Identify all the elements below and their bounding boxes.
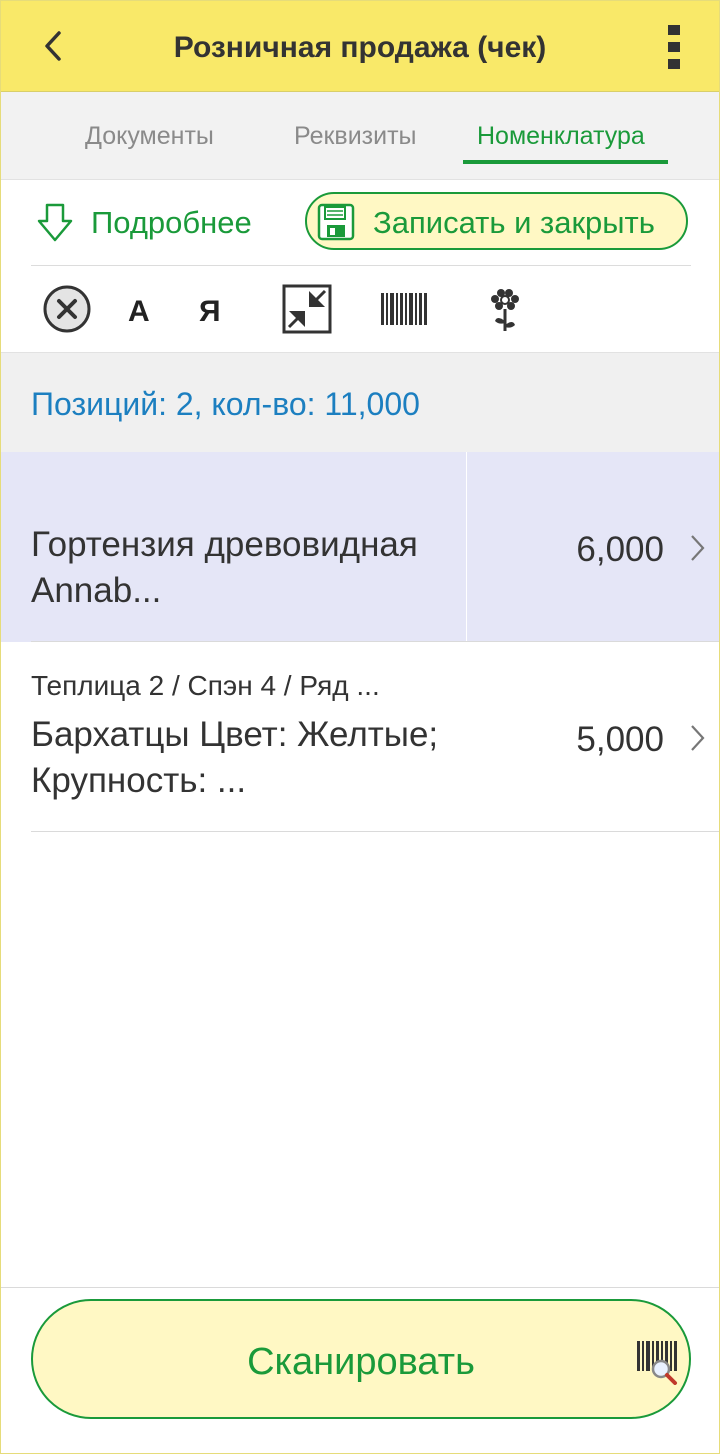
item-quantity: 6,000 [576,530,664,569]
scan-label: Сканировать [247,1341,475,1383]
sort-ascending-label: А [128,295,150,328]
barcode-icon [381,293,427,325]
column-separator [466,452,467,642]
chevron-left-icon [45,31,61,61]
divider [31,265,691,266]
barcode-button[interactable] [379,281,431,337]
app-frame: Розничная продажа (чек) Документы Реквиз… [0,0,720,1454]
more-details-label: Подробнее [91,205,252,240]
tab-requisites[interactable]: Реквизиты [294,122,417,151]
app-header: Розничная продажа (чек) [1,1,719,92]
characteristics-button[interactable] [479,281,531,337]
chevron-right-icon [691,535,705,561]
close-circle-icon [43,285,91,333]
sort-descending-label: Я [199,295,221,328]
item-name: Гортензия древовидная Annab... [31,525,418,610]
list-item[interactable]: Теплица 2 / Спэн 4 / Ряд ... Бархатцы Цв… [1,642,719,832]
more-vertical-icon-dot [668,59,680,69]
collapse-button[interactable] [281,281,333,337]
save-and-close-label: Записать и закрыть [373,205,655,240]
chevron-right-icon [691,725,705,751]
sort-ascending-button[interactable]: А [128,281,158,337]
sort-descending-button[interactable]: Я [199,281,229,337]
tab-documents[interactable]: Документы [85,122,214,151]
more-vertical-icon [668,25,680,35]
footer-divider [1,1287,719,1288]
floppy-disk-icon [317,203,355,241]
tab-bar: Документы Реквизиты Номенклатура [1,92,719,180]
row-divider [31,831,719,832]
active-tab-indicator [463,160,668,164]
item-name: Бархатцы Цвет: Желтые; Крупность: ... [31,715,439,800]
clear-button[interactable] [41,281,93,337]
page-title: Розничная продажа (чек) [173,31,547,64]
scan-button[interactable]: Сканировать [31,1299,691,1419]
item-quantity: 5,000 [576,720,664,759]
flower-icon [491,289,519,331]
more-vertical-icon-dot [668,42,680,52]
collapse-arrows-icon [282,284,332,334]
barcode-search-icon [637,1341,677,1385]
list-item[interactable]: Гортензия древовидная Annab... 6,000 [1,452,719,642]
summary-text: Позиций: 2, кол-во: 11,000 [31,386,420,422]
item-location: Теплица 2 / Спэн 4 / Ряд ... [31,670,380,701]
tab-nomenclature[interactable]: Номенклатура [477,122,645,151]
arrow-down-icon [37,203,73,242]
back-button[interactable] [31,21,81,71]
save-and-close-button[interactable]: Записать и закрыть [305,192,688,250]
summary-bar: Позиций: 2, кол-во: 11,000 [1,352,719,453]
more-menu-button[interactable] [659,23,689,71]
